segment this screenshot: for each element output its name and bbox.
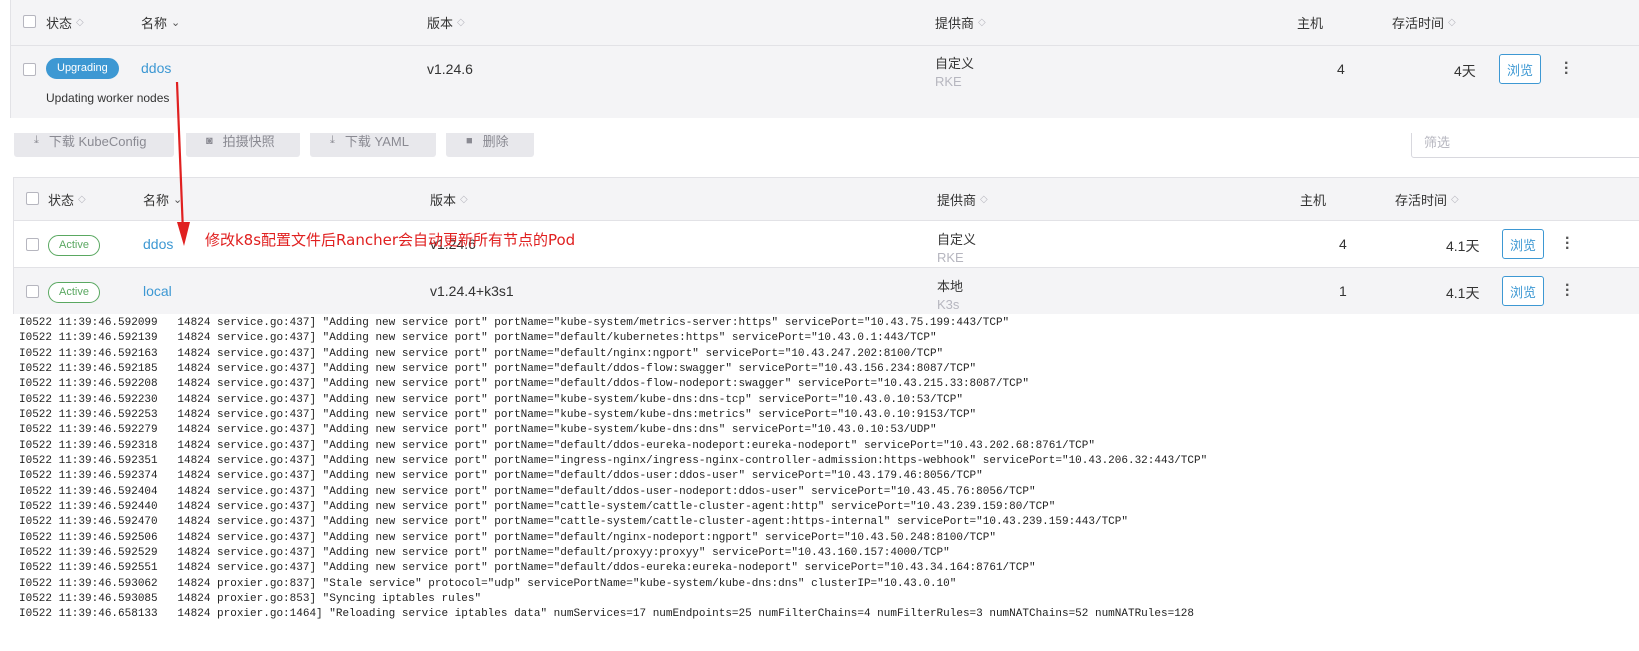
bulk-action-toolbar: ⤓ 下载 KubeConfig ◙ 拍摄快照 ⤓ 下载 YAML ■ 删除 筛选 <box>0 133 1639 171</box>
log-line: I0522 11:39:46.592253 14824 service.go:4… <box>19 408 977 421</box>
cluster-name-link[interactable]: local <box>143 283 172 299</box>
provider-sub-text: RKE <box>937 250 964 265</box>
status-message: Updating worker nodes <box>46 91 170 105</box>
filter-input[interactable]: 筛选 <box>1411 133 1639 158</box>
age-text: 4.1天 <box>1446 238 1480 254</box>
hosts-count: 4 <box>1337 61 1345 77</box>
snapshot-button[interactable]: ◙ 拍摄快照 <box>186 133 300 157</box>
trash-icon: ■ <box>466 134 473 147</box>
browse-button[interactable]: 浏览 <box>1502 276 1544 306</box>
log-line: I0522 11:39:46.592318 14824 service.go:4… <box>19 439 1095 452</box>
age-text: 4.1天 <box>1446 285 1480 301</box>
sort-icon: ◇ <box>460 193 468 205</box>
sort-icon: ◇ <box>76 17 84 28</box>
table-row: Upgrading ddos v1.24.6 自定义 RKE 4 4天 浏览 ·… <box>11 46 1639 118</box>
camera-icon: ◙ <box>206 134 213 147</box>
provider-sub-text: RKE <box>935 74 962 89</box>
annotation-text: 修改k8s配置文件后Rancher会自动更新所有节点的Pod <box>205 231 576 249</box>
log-line: I0522 11:39:46.592185 14824 service.go:4… <box>19 362 977 375</box>
sort-icon: ◇ <box>1451 193 1459 205</box>
download-icon: ⤓ <box>330 134 335 146</box>
hosts-count: 4 <box>1339 236 1347 252</box>
cluster-name-link[interactable]: ddos <box>141 60 171 76</box>
column-name[interactable]: 名称 ⌄ <box>143 178 182 220</box>
browse-button[interactable]: 浏览 <box>1499 54 1541 84</box>
provider-sub-text: K3s <box>937 297 960 312</box>
sort-icon: ◇ <box>980 193 988 205</box>
column-status[interactable]: 状态 ◇ <box>48 178 86 220</box>
log-line: I0522 11:39:46.658133 14824 proxier.go:1… <box>19 608 1194 621</box>
log-line: I0522 11:39:46.592440 14824 service.go:4… <box>19 500 1056 513</box>
log-line: I0522 11:39:46.592529 14824 service.go:4… <box>19 546 950 559</box>
table-header: 状态 ◇ 名称 ⌄ 版本 ◇ 提供商 ◇ 主机 存活时间 ◇ <box>14 178 1639 221</box>
row-checkbox[interactable] <box>26 238 39 251</box>
row-checkbox[interactable] <box>26 285 39 298</box>
column-status[interactable]: 状态 ◇ <box>46 0 84 45</box>
log-line: I0522 11:39:46.592230 14824 service.go:4… <box>19 393 963 406</box>
status-badge: Active <box>48 282 100 303</box>
select-all-checkbox[interactable] <box>23 15 36 28</box>
log-line: I0522 11:39:46.592506 14824 service.go:4… <box>19 531 996 544</box>
log-line: I0522 11:39:46.592139 14824 service.go:4… <box>19 332 937 345</box>
sort-icon: ◇ <box>1448 17 1456 28</box>
log-line: I0522 11:39:46.593062 14824 proxier.go:8… <box>19 577 957 590</box>
more-actions-icon[interactable]: · · · <box>1565 278 1570 304</box>
delete-button[interactable]: ■ 删除 <box>446 133 534 157</box>
sort-icon: ◇ <box>978 17 986 28</box>
table-header: 状态 ◇ 名称 ⌄ 版本 ◇ 提供商 ◇ 主机 存活时间 ◇ <box>11 0 1639 46</box>
column-hosts[interactable]: 主机 <box>1297 0 1323 45</box>
row-checkbox[interactable] <box>23 63 36 76</box>
status-badge: Upgrading <box>46 58 119 79</box>
log-line: I0522 11:39:46.593085 14824 proxier.go:8… <box>19 592 482 605</box>
log-line: I0522 11:39:46.592374 14824 service.go:4… <box>19 470 983 483</box>
download-icon: ⤓ <box>34 134 39 146</box>
log-line: I0522 11:39:46.592470 14824 service.go:4… <box>19 516 1128 529</box>
log-line: I0522 11:39:46.592551 14824 service.go:4… <box>19 562 1036 575</box>
log-output: I0522 11:39:46.592099 14824 service.go:4… <box>19 316 1207 623</box>
more-actions-icon[interactable]: · · · <box>1564 56 1569 82</box>
log-line: I0522 11:39:46.592351 14824 service.go:4… <box>19 454 1208 467</box>
hosts-count: 1 <box>1339 283 1347 299</box>
cluster-name-link[interactable]: ddos <box>143 236 173 252</box>
column-version[interactable]: 版本 ◇ <box>427 0 465 45</box>
column-hosts[interactable]: 主机 <box>1300 178 1326 220</box>
column-provider[interactable]: 提供商 ◇ <box>937 178 988 220</box>
upgrading-cluster-table: 状态 ◇ 名称 ⌄ 版本 ◇ 提供商 ◇ 主机 存活时间 ◇ Upgrading ddos… <box>10 0 1639 118</box>
column-age[interactable]: 存活时间 ◇ <box>1392 0 1456 45</box>
log-line: I0522 11:39:46.592163 14824 service.go:4… <box>19 347 944 360</box>
download-yaml-button[interactable]: ⤓ 下载 YAML <box>310 133 436 157</box>
version-text: v1.24.6 <box>427 61 473 77</box>
log-line: I0522 11:39:46.592404 14824 service.go:4… <box>19 485 1036 498</box>
more-actions-icon[interactable]: · · · <box>1565 231 1570 257</box>
column-age[interactable]: 存活时间 ◇ <box>1395 178 1459 220</box>
provider-text: 本地 <box>937 279 964 294</box>
log-line: I0522 11:39:46.592279 14824 service.go:4… <box>19 424 937 437</box>
version-text: v1.24.4+k3s1 <box>430 283 514 299</box>
select-all-checkbox[interactable] <box>26 192 39 205</box>
sort-desc-icon: ⌄ <box>173 193 183 206</box>
log-line: I0522 11:39:46.592099 14824 service.go:4… <box>19 317 1010 329</box>
column-version[interactable]: 版本 ◇ <box>430 178 468 220</box>
provider-text: 自定义 <box>935 56 975 71</box>
log-line: I0522 11:39:46.592208 14824 service.go:4… <box>19 378 1029 391</box>
column-provider[interactable]: 提供商 ◇ <box>935 0 986 45</box>
sort-icon: ◇ <box>78 193 86 205</box>
age-text: 4天 <box>1454 63 1476 79</box>
sort-icon: ◇ <box>457 17 465 28</box>
browse-button[interactable]: 浏览 <box>1502 229 1544 259</box>
status-badge: Active <box>48 235 100 256</box>
sort-desc-icon: ⌄ <box>171 17 181 29</box>
column-name[interactable]: 名称 ⌄ <box>141 0 180 45</box>
table-row: Active local v1.24.4+k3s1 本地 K3s 1 4.1天 … <box>14 268 1639 314</box>
provider-text: 自定义 <box>937 232 977 247</box>
download-kubeconfig-button[interactable]: ⤓ 下载 KubeConfig <box>14 133 174 157</box>
